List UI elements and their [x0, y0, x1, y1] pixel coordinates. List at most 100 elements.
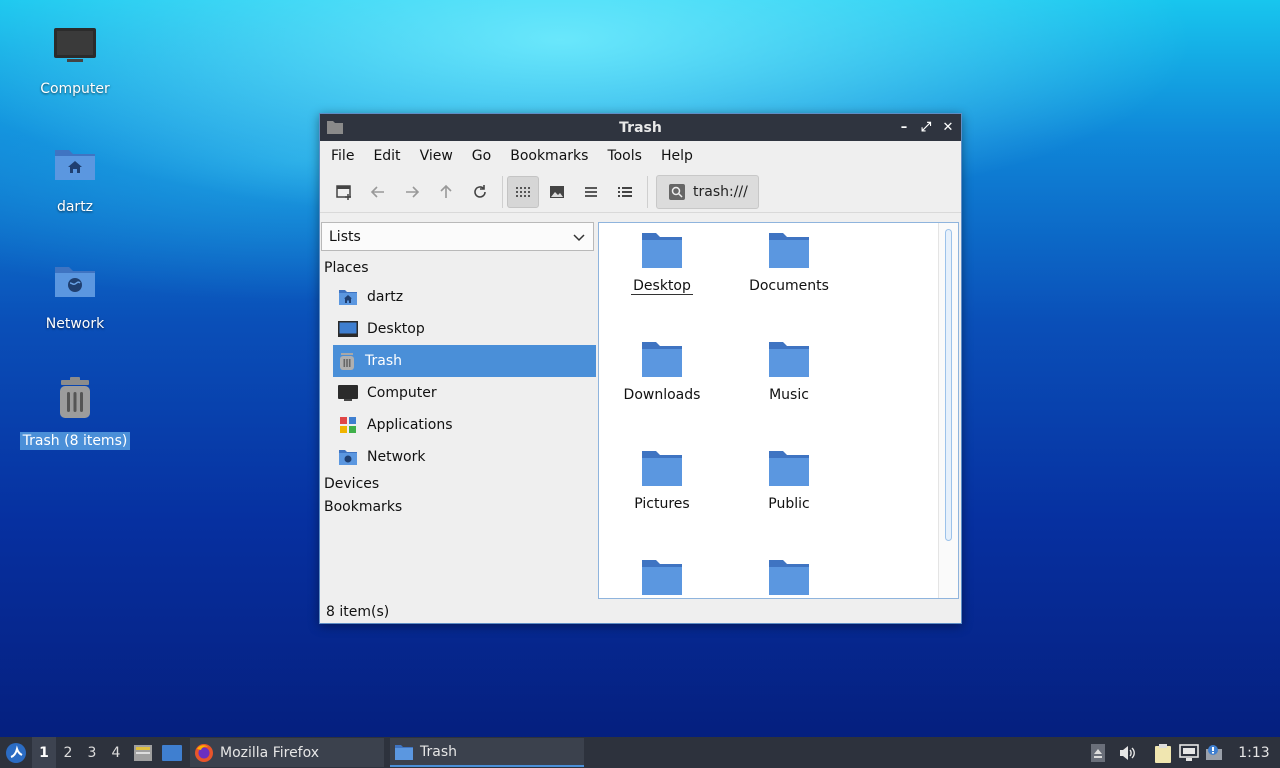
speaker-icon	[1120, 745, 1135, 760]
image-icon	[550, 185, 564, 198]
minimize-button[interactable]: –	[895, 118, 913, 136]
clock[interactable]: 1:13	[1228, 745, 1280, 761]
desktop-icon-network[interactable]: Network	[23, 253, 127, 333]
network-wired-icon	[1179, 743, 1199, 761]
compact-view-button[interactable]	[575, 176, 607, 208]
vertical-scrollbar[interactable]	[938, 223, 958, 598]
desktop-icon-label: dartz	[56, 199, 94, 215]
title-bar[interactable]: Trash – ⤢ ✕	[320, 114, 961, 141]
quicklaunch-file-manager[interactable]	[128, 737, 158, 768]
file-item[interactable]: Music	[729, 340, 849, 403]
folder-icon	[769, 233, 809, 268]
desktop-icon-label: Computer	[40, 81, 110, 97]
sidebar-item-network[interactable]: Network	[333, 441, 596, 473]
file-manager-window: Trash – ⤢ ✕ File Edit View Go Bookmarks …	[319, 113, 962, 624]
start-menu-button[interactable]	[0, 737, 32, 768]
task-firefox[interactable]: Mozilla Firefox	[190, 738, 384, 767]
file-label: Pictures	[634, 496, 690, 512]
status-bar: 8 item(s)	[326, 604, 390, 620]
workspace-2[interactable]: 2	[56, 737, 80, 768]
quicklaunch-show-desktop[interactable]	[158, 737, 186, 768]
file-label: Music	[769, 387, 809, 403]
devices-header[interactable]: Devices	[324, 476, 379, 492]
file-label: Documents	[749, 278, 829, 294]
menu-edit[interactable]: Edit	[366, 148, 407, 164]
detailed-list-icon	[618, 186, 632, 197]
menu-go[interactable]: Go	[465, 148, 498, 164]
arrow-right-icon	[406, 185, 420, 198]
new-tab-icon	[336, 184, 351, 200]
back-button[interactable]	[362, 176, 394, 208]
sidebar-item-applications[interactable]: Applications	[333, 409, 596, 441]
task-label: Trash	[420, 743, 457, 760]
network-icon	[339, 450, 357, 465]
workspace-1[interactable]: 1	[32, 737, 56, 768]
update-notification-icon	[1206, 744, 1222, 760]
menu-file[interactable]: File	[324, 148, 361, 164]
file-item[interactable]	[729, 558, 849, 598]
menu-view[interactable]: View	[413, 148, 460, 164]
tray-up-arrow[interactable]	[1084, 737, 1112, 768]
file-item[interactable]: Documents	[729, 231, 849, 294]
file-item[interactable]: Desktop	[602, 231, 722, 295]
close-button[interactable]: ✕	[939, 118, 957, 136]
desktop-icon-dartz[interactable]: dartz	[23, 136, 127, 216]
scrollbar-thumb[interactable]	[945, 229, 952, 541]
new-tab-button[interactable]	[328, 176, 360, 208]
task-trash[interactable]: Trash	[390, 738, 584, 767]
folder-icon	[642, 233, 682, 268]
update-notifier-button[interactable]	[1202, 737, 1228, 768]
desktop-icon-computer[interactable]: Computer	[23, 18, 127, 98]
computer-icon	[338, 385, 358, 401]
taskbar: 1 2 3 4 Mozilla Firefox Trash 1:13	[0, 737, 1280, 768]
workspace-3[interactable]: 3	[80, 737, 104, 768]
location-bar[interactable]: trash:///	[656, 174, 759, 209]
toolbar: trash:///	[320, 171, 961, 213]
trash-icon	[55, 370, 95, 426]
icon-view-button[interactable]	[507, 175, 539, 208]
arrow-up-icon	[440, 184, 452, 198]
file-view: Desktop Documents Downloads Music Pictur…	[598, 222, 959, 599]
sidebar-item-trash[interactable]: Trash	[333, 345, 596, 377]
sidebar-mode-dropdown[interactable]: Lists	[321, 222, 594, 251]
file-item[interactable]	[602, 558, 722, 598]
menu-help[interactable]: Help	[654, 148, 700, 164]
desktop-icon-label: Network	[45, 316, 105, 332]
home-folder-icon	[53, 136, 97, 192]
window-title: Trash	[619, 119, 662, 136]
reload-button[interactable]	[464, 176, 496, 208]
maximize-button[interactable]: ⤢	[917, 118, 935, 136]
file-item[interactable]: Public	[729, 449, 849, 512]
volume-button[interactable]	[1112, 737, 1142, 768]
dropdown-value: Lists	[329, 228, 361, 245]
firefox-icon	[195, 743, 213, 762]
file-item[interactable]: Pictures	[602, 449, 722, 512]
menu-tools[interactable]: Tools	[600, 148, 649, 164]
clipboard-button[interactable]	[1150, 737, 1176, 768]
thumbnail-view-button[interactable]	[541, 176, 573, 208]
clipboard-icon	[1155, 743, 1171, 763]
sidebar-item-dartz[interactable]: dartz	[333, 281, 596, 313]
folder-icon	[769, 342, 809, 377]
folder-icon	[642, 560, 682, 595]
forward-button[interactable]	[396, 176, 428, 208]
up-button[interactable]	[430, 176, 462, 208]
file-label: Public	[768, 496, 810, 512]
menu-bar: File Edit View Go Bookmarks Tools Help	[320, 141, 961, 171]
workspace-4[interactable]: 4	[104, 737, 128, 768]
folder-icon	[769, 451, 809, 486]
sidebar-item-computer[interactable]: Computer	[333, 377, 596, 409]
places-header[interactable]: Places	[324, 260, 369, 276]
system-tray: 1:13	[1084, 737, 1280, 768]
menu-bookmarks[interactable]: Bookmarks	[503, 148, 595, 164]
detailed-view-button[interactable]	[609, 176, 641, 208]
bookmarks-header[interactable]: Bookmarks	[324, 499, 402, 515]
sidebar: Lists Places dartz Desktop Trash Compute…	[321, 222, 596, 600]
file-item[interactable]: Downloads	[602, 340, 722, 403]
tray-spacer	[1142, 737, 1150, 768]
desktop-icon-trash[interactable]: Trash (8 items)	[19, 370, 131, 450]
location-text: trash:///	[693, 183, 748, 200]
network-button[interactable]	[1176, 737, 1202, 768]
compact-list-icon	[585, 186, 597, 197]
sidebar-item-desktop[interactable]: Desktop	[333, 313, 596, 345]
